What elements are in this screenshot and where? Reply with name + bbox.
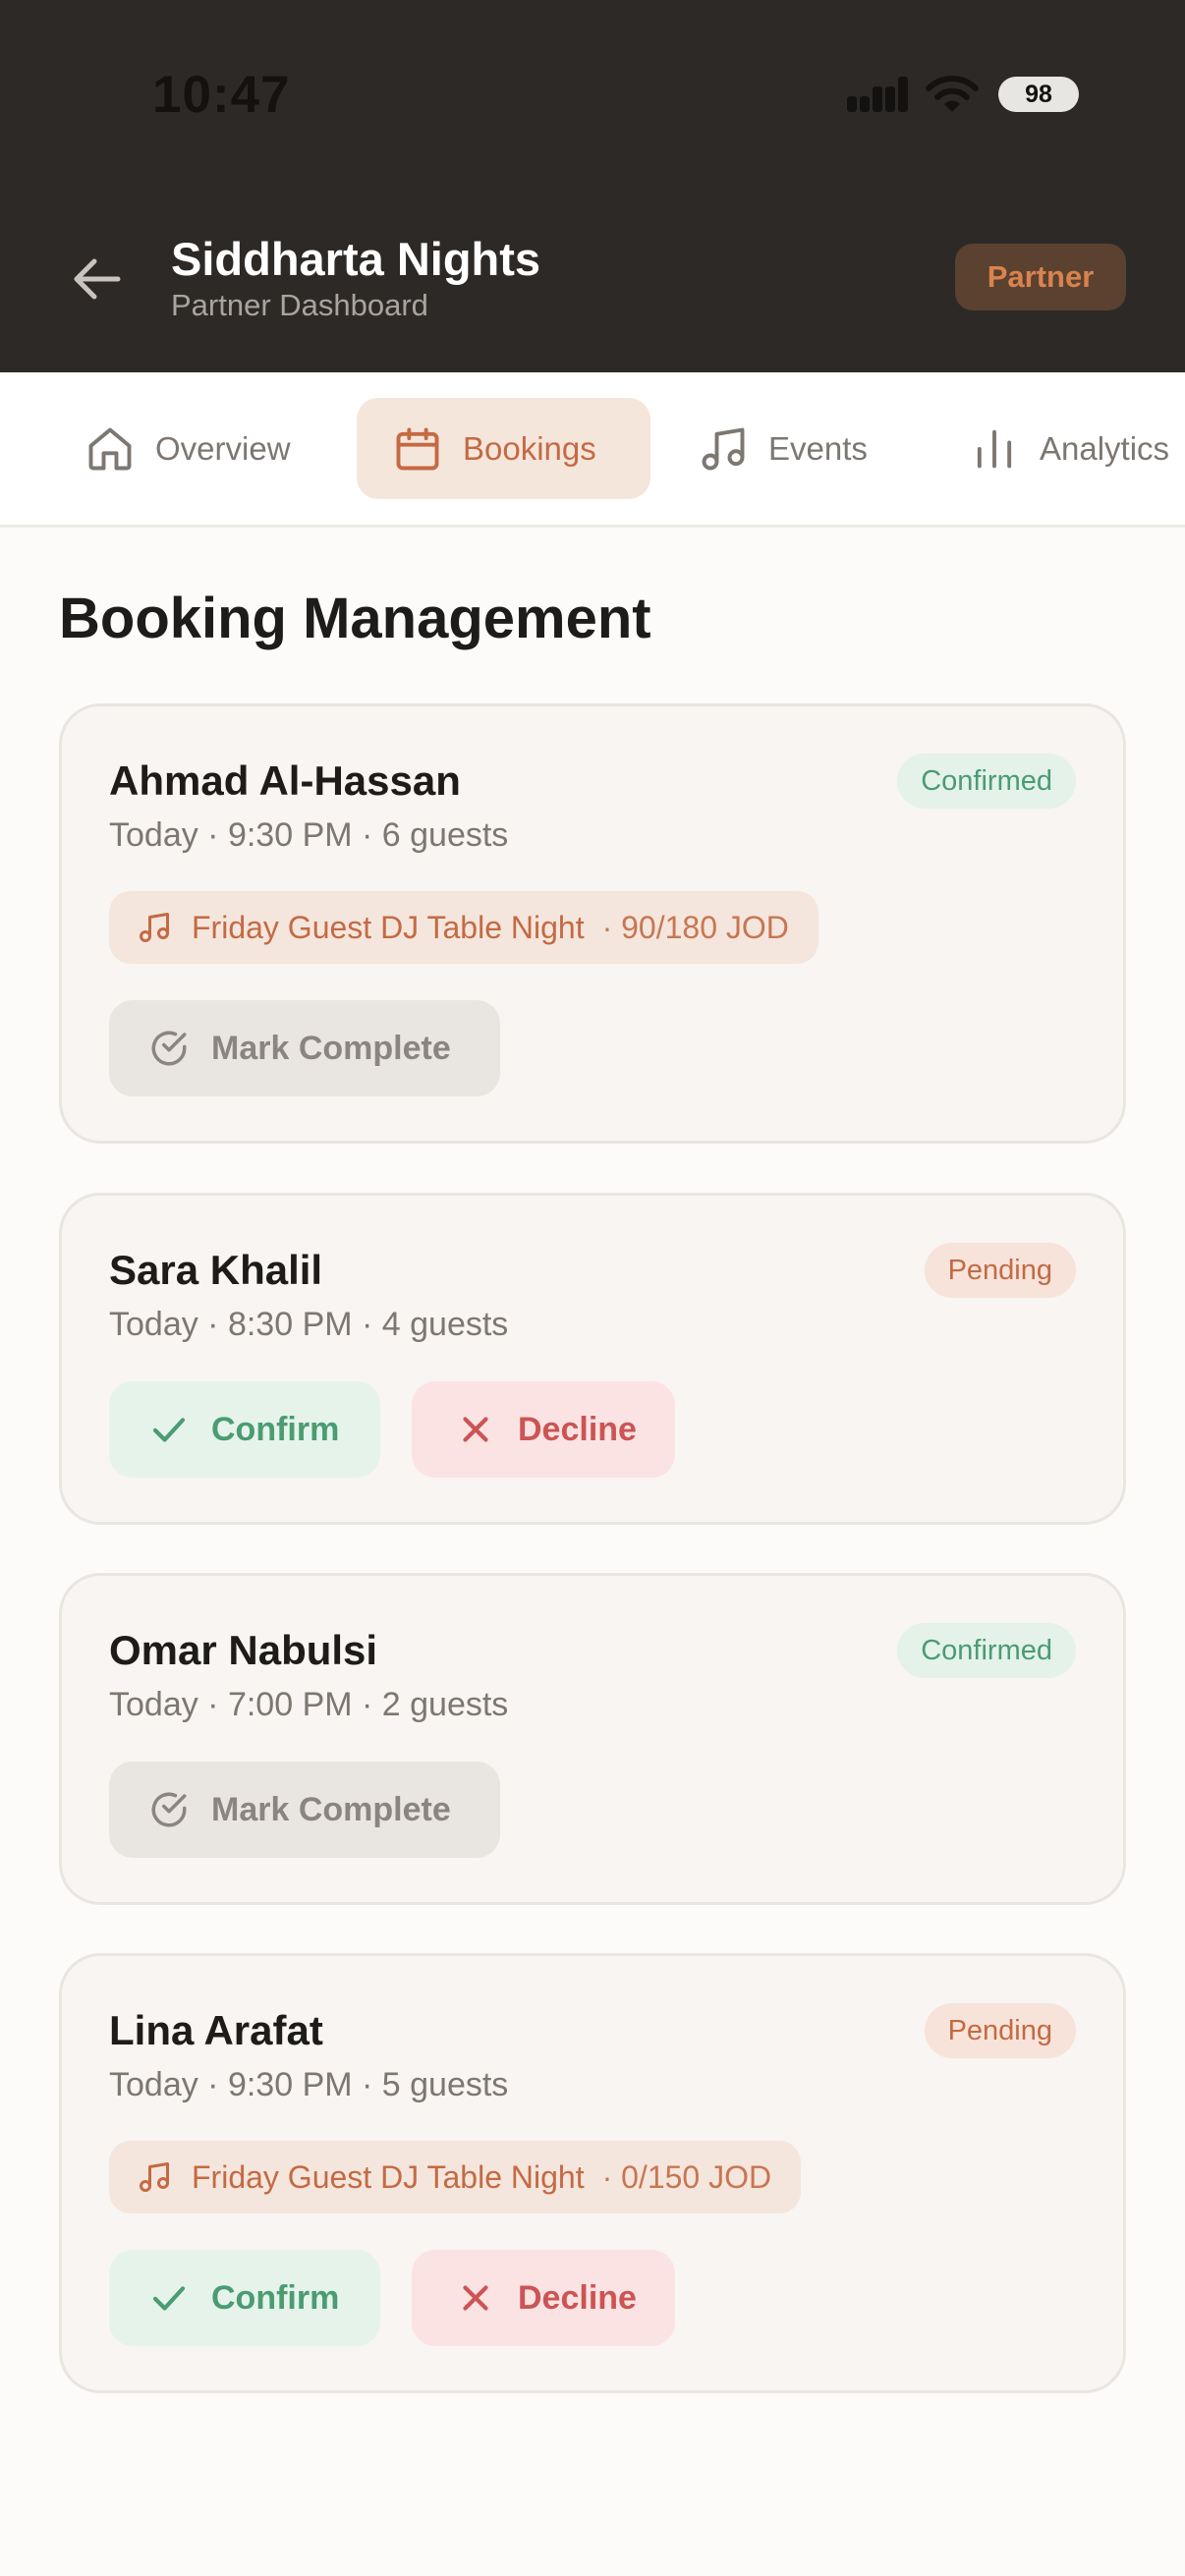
event-price: · 0/150 JOD bbox=[601, 2158, 772, 2195]
tab-overview[interactable]: Overview bbox=[49, 398, 334, 499]
event-tag: Friday Guest DJ Table Night · 90/180 JOD bbox=[109, 891, 818, 964]
wifi-icon bbox=[926, 76, 979, 112]
music-note-icon bbox=[140, 913, 169, 942]
home-icon bbox=[88, 427, 132, 470]
music-note-icon bbox=[140, 2162, 169, 2192]
mark-complete-button[interactable]: Mark Complete bbox=[109, 1000, 500, 1096]
signal-icon bbox=[847, 77, 908, 112]
mark-complete-label: Mark Complete bbox=[211, 1790, 451, 1828]
decline-button[interactable]: Decline bbox=[412, 1381, 675, 1478]
guest-name: Lina Arafat bbox=[109, 2007, 323, 2053]
guest-name: Ahmad Al-Hassan bbox=[109, 757, 461, 804]
dashboard-subtitle: Partner Dashboard bbox=[171, 288, 428, 322]
status-time: 10:47 bbox=[152, 66, 291, 124]
tab-events[interactable]: Events bbox=[662, 398, 898, 499]
tab-analytics-label: Analytics bbox=[1040, 429, 1170, 467]
check-icon bbox=[152, 1418, 186, 1442]
booking-meta: Today · 7:00 PM · 2 guests bbox=[109, 1686, 509, 1723]
bar-chart-icon bbox=[977, 429, 1012, 468]
confirm-label: Confirm bbox=[211, 2278, 340, 2317]
section-title: Booking Management bbox=[59, 587, 651, 650]
guest-name: Omar Nabulsi bbox=[109, 1627, 378, 1673]
tab-bar: Overview Bookings Events Analytics bbox=[0, 372, 1185, 528]
decline-button[interactable]: Decline bbox=[412, 2250, 675, 2346]
check-circle-icon bbox=[151, 1792, 187, 1827]
event-tag: Friday Guest DJ Table Night · 0/150 JOD bbox=[109, 2141, 802, 2213]
booking-card: Sara Khalil Today · 8:30 PM · 4 guests P… bbox=[59, 1193, 1126, 1525]
event-price: · 90/180 JOD bbox=[601, 909, 789, 945]
back-arrow-icon[interactable] bbox=[69, 253, 124, 305]
guest-name: Sara Khalil bbox=[109, 1247, 323, 1293]
booking-meta: Today · 9:30 PM · 5 guests bbox=[109, 2066, 509, 2103]
status-badge: Pending bbox=[924, 2003, 1076, 2058]
booking-meta: Today · 9:30 PM · 6 guests bbox=[109, 816, 509, 854]
status-badge: Confirmed bbox=[897, 754, 1076, 809]
music-note-icon bbox=[702, 427, 745, 470]
status-badge: Confirmed bbox=[897, 1623, 1076, 1678]
close-icon bbox=[463, 1417, 488, 1442]
decline-label: Decline bbox=[518, 1410, 637, 1448]
status-badge: Pending bbox=[924, 1243, 1076, 1298]
tab-bookings[interactable]: Bookings bbox=[357, 398, 650, 499]
booking-card: Lina Arafat Today · 9:30 PM · 5 guests P… bbox=[59, 1953, 1126, 2393]
partner-badge: Partner bbox=[955, 244, 1126, 310]
booking-meta: Today · 8:30 PM · 4 guests bbox=[109, 1306, 509, 1343]
close-icon bbox=[463, 2285, 488, 2311]
check-circle-icon bbox=[151, 1031, 187, 1066]
confirm-label: Confirm bbox=[211, 1410, 340, 1448]
event-name: Friday Guest DJ Table Night bbox=[192, 909, 585, 945]
venue-title: Siddharta Nights bbox=[171, 233, 541, 285]
mark-complete-label: Mark Complete bbox=[211, 1029, 451, 1067]
battery-indicator: 98 bbox=[998, 77, 1079, 112]
booking-card: Omar Nabulsi Today · 7:00 PM · 2 guests … bbox=[59, 1573, 1126, 1905]
decline-label: Decline bbox=[518, 2278, 637, 2317]
confirm-button[interactable]: Confirm bbox=[109, 2250, 380, 2346]
confirm-button[interactable]: Confirm bbox=[109, 1381, 380, 1478]
check-icon bbox=[152, 2286, 186, 2311]
tab-events-label: Events bbox=[768, 429, 868, 467]
tab-overview-label: Overview bbox=[155, 429, 291, 467]
event-name: Friday Guest DJ Table Night bbox=[192, 2158, 585, 2195]
tab-analytics[interactable]: Analytics bbox=[933, 398, 1185, 499]
booking-card: Ahmad Al-Hassan Today · 9:30 PM · 6 gues… bbox=[59, 703, 1126, 1144]
tab-bookings-label: Bookings bbox=[463, 429, 596, 467]
mark-complete-button[interactable]: Mark Complete bbox=[109, 1762, 500, 1858]
calendar-icon bbox=[396, 427, 439, 470]
app-header: 10:47 98 Siddharta Nights Partner Dashbo… bbox=[0, 0, 1185, 372]
